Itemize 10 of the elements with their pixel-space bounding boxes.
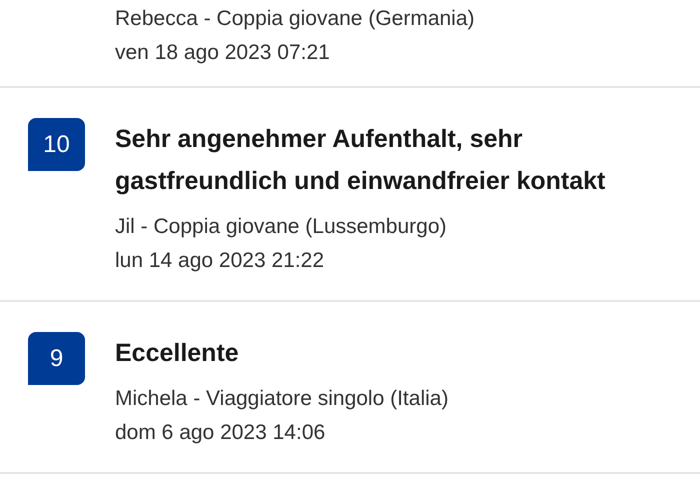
review-title: Eccellente [115, 338, 240, 369]
review-title: Sehr angenehmer Aufenthalt, sehr gastfreundlich und einwandfreier kontakt [115, 124, 606, 197]
reviewer-info: Jil - Coppia giovane (Lussemburgo) [115, 214, 448, 240]
reviewer-info: Michela - Viaggiatore singolo (Italia) [115, 386, 448, 412]
reviewer-info: Rebecca - Coppia giovane (Germania) [115, 6, 475, 32]
score-badge: 9 [28, 332, 85, 385]
review-date: ven 18 ago 2023 07:21 [115, 40, 331, 66]
score-badge: 10 [28, 118, 85, 171]
review-date: lun 14 ago 2023 21:22 [115, 248, 326, 274]
review-date: dom 6 ago 2023 14:06 [115, 420, 326, 446]
